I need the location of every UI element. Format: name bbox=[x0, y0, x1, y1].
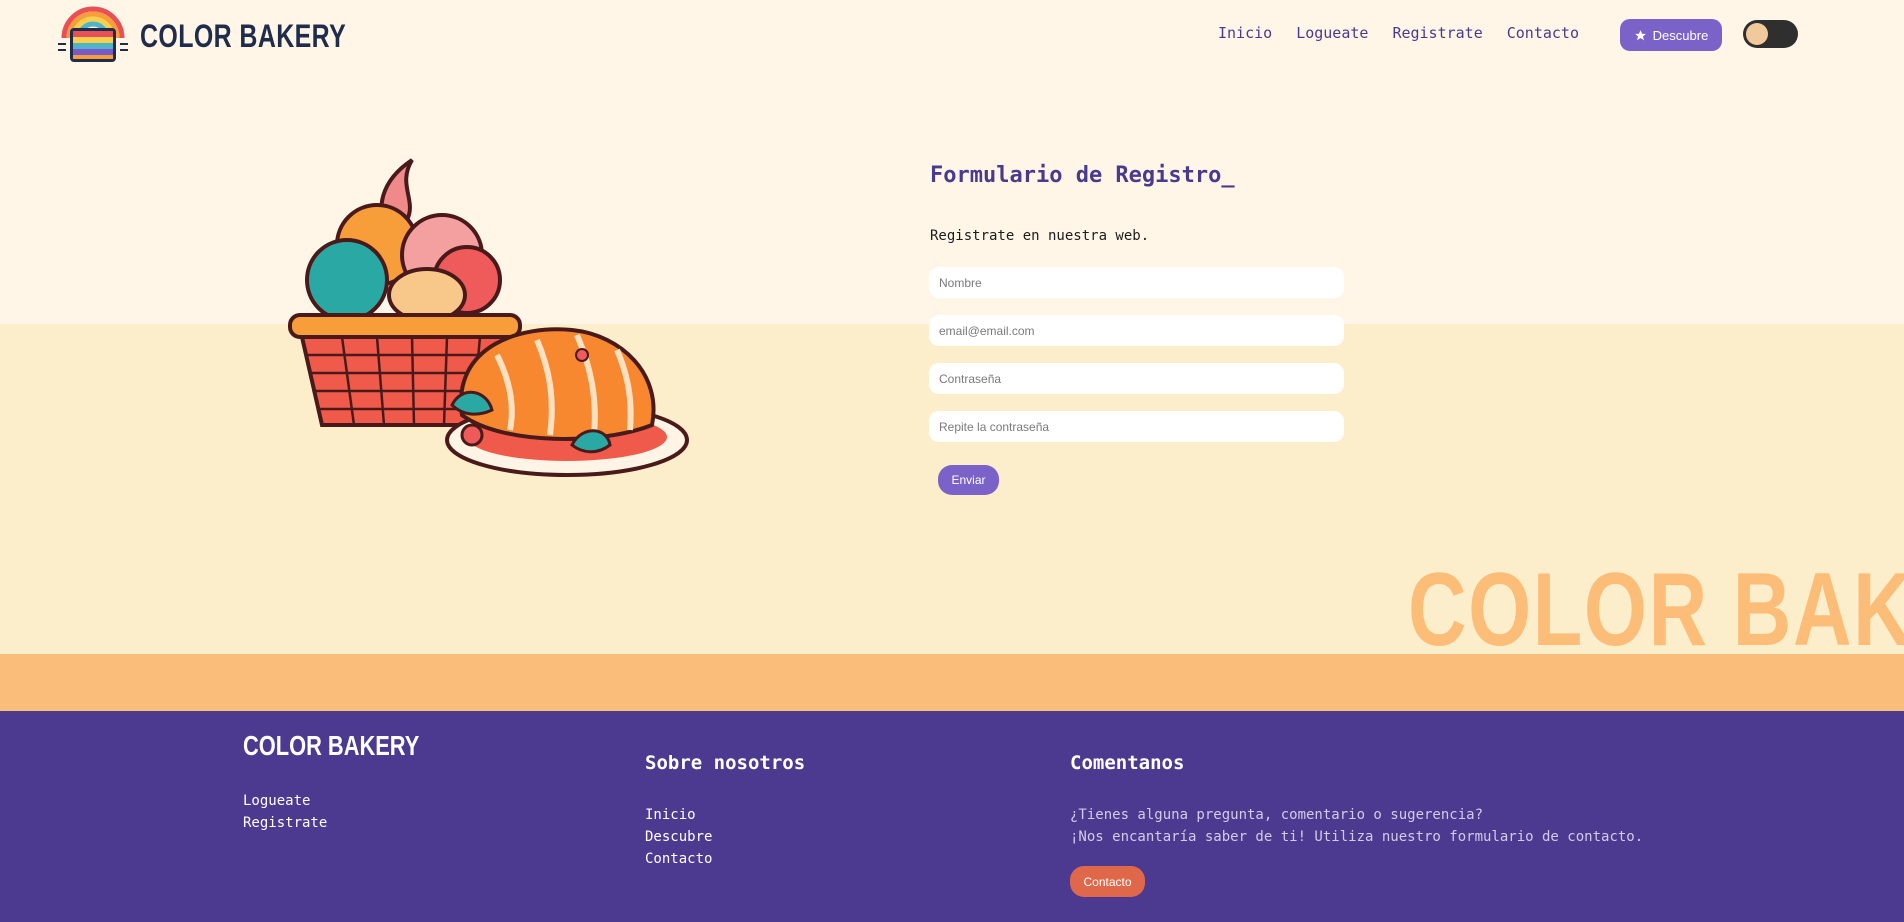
brand-name: COLOR BAKERY bbox=[140, 17, 347, 54]
footer-links: Logueate Registrate bbox=[243, 790, 327, 834]
submit-button[interactable]: Enviar bbox=[938, 465, 999, 495]
nav-logueate[interactable]: Logueate bbox=[1296, 24, 1368, 42]
footer-link-logueate[interactable]: Logueate bbox=[243, 790, 327, 812]
comment-text: ¿Tienes alguna pregunta, comentario o su… bbox=[1070, 804, 1643, 848]
footer-link-descubre[interactable]: Descubre bbox=[645, 826, 712, 848]
footer-link-inicio[interactable]: Inicio bbox=[645, 804, 712, 826]
form-subtitle: Registrate en nuestra web. bbox=[930, 228, 1150, 244]
nav-registrate[interactable]: Registrate bbox=[1392, 24, 1482, 42]
about-links: Inicio Descubre Contacto bbox=[645, 804, 712, 870]
brand-watermark: COLOR BAKERY bbox=[1408, 552, 1904, 668]
cake-logo-icon bbox=[58, 6, 128, 62]
name-field[interactable] bbox=[929, 267, 1344, 298]
discover-label: Descubre bbox=[1652, 27, 1709, 43]
main-nav: Inicio Logueate Registrate Contacto bbox=[1218, 24, 1603, 42]
comment-line-2: ¡Nos encantaría saber de ti! Utiliza nue… bbox=[1070, 829, 1644, 845]
password-field[interactable] bbox=[929, 363, 1344, 394]
nav-inicio[interactable]: Inicio bbox=[1218, 24, 1272, 42]
comment-title: Comentanos bbox=[1070, 752, 1185, 774]
repeat-password-field[interactable] bbox=[929, 411, 1344, 442]
comment-line-1: ¿Tienes alguna pregunta, comentario o su… bbox=[1070, 807, 1484, 823]
theme-toggle[interactable] bbox=[1743, 20, 1798, 48]
toggle-knob bbox=[1746, 23, 1768, 45]
bakery-basket-illustration bbox=[288, 158, 689, 477]
email-field[interactable] bbox=[929, 315, 1344, 346]
about-title: Sobre nosotros bbox=[645, 752, 806, 774]
star-icon bbox=[1634, 29, 1646, 40]
footer-link-contacto[interactable]: Contacto bbox=[645, 848, 712, 870]
contact-button[interactable]: Contacto bbox=[1070, 866, 1145, 897]
discover-button[interactable]: Descubre bbox=[1620, 19, 1722, 51]
nav-contacto[interactable]: Contacto bbox=[1507, 24, 1579, 42]
footer-link-registrate[interactable]: Registrate bbox=[243, 812, 327, 834]
footer-brand: COLOR BAKERY bbox=[243, 730, 420, 761]
form-title: Formulario de Registro_ bbox=[930, 163, 1235, 188]
brand-logo[interactable]: COLOR BAKERY bbox=[56, 6, 404, 66]
